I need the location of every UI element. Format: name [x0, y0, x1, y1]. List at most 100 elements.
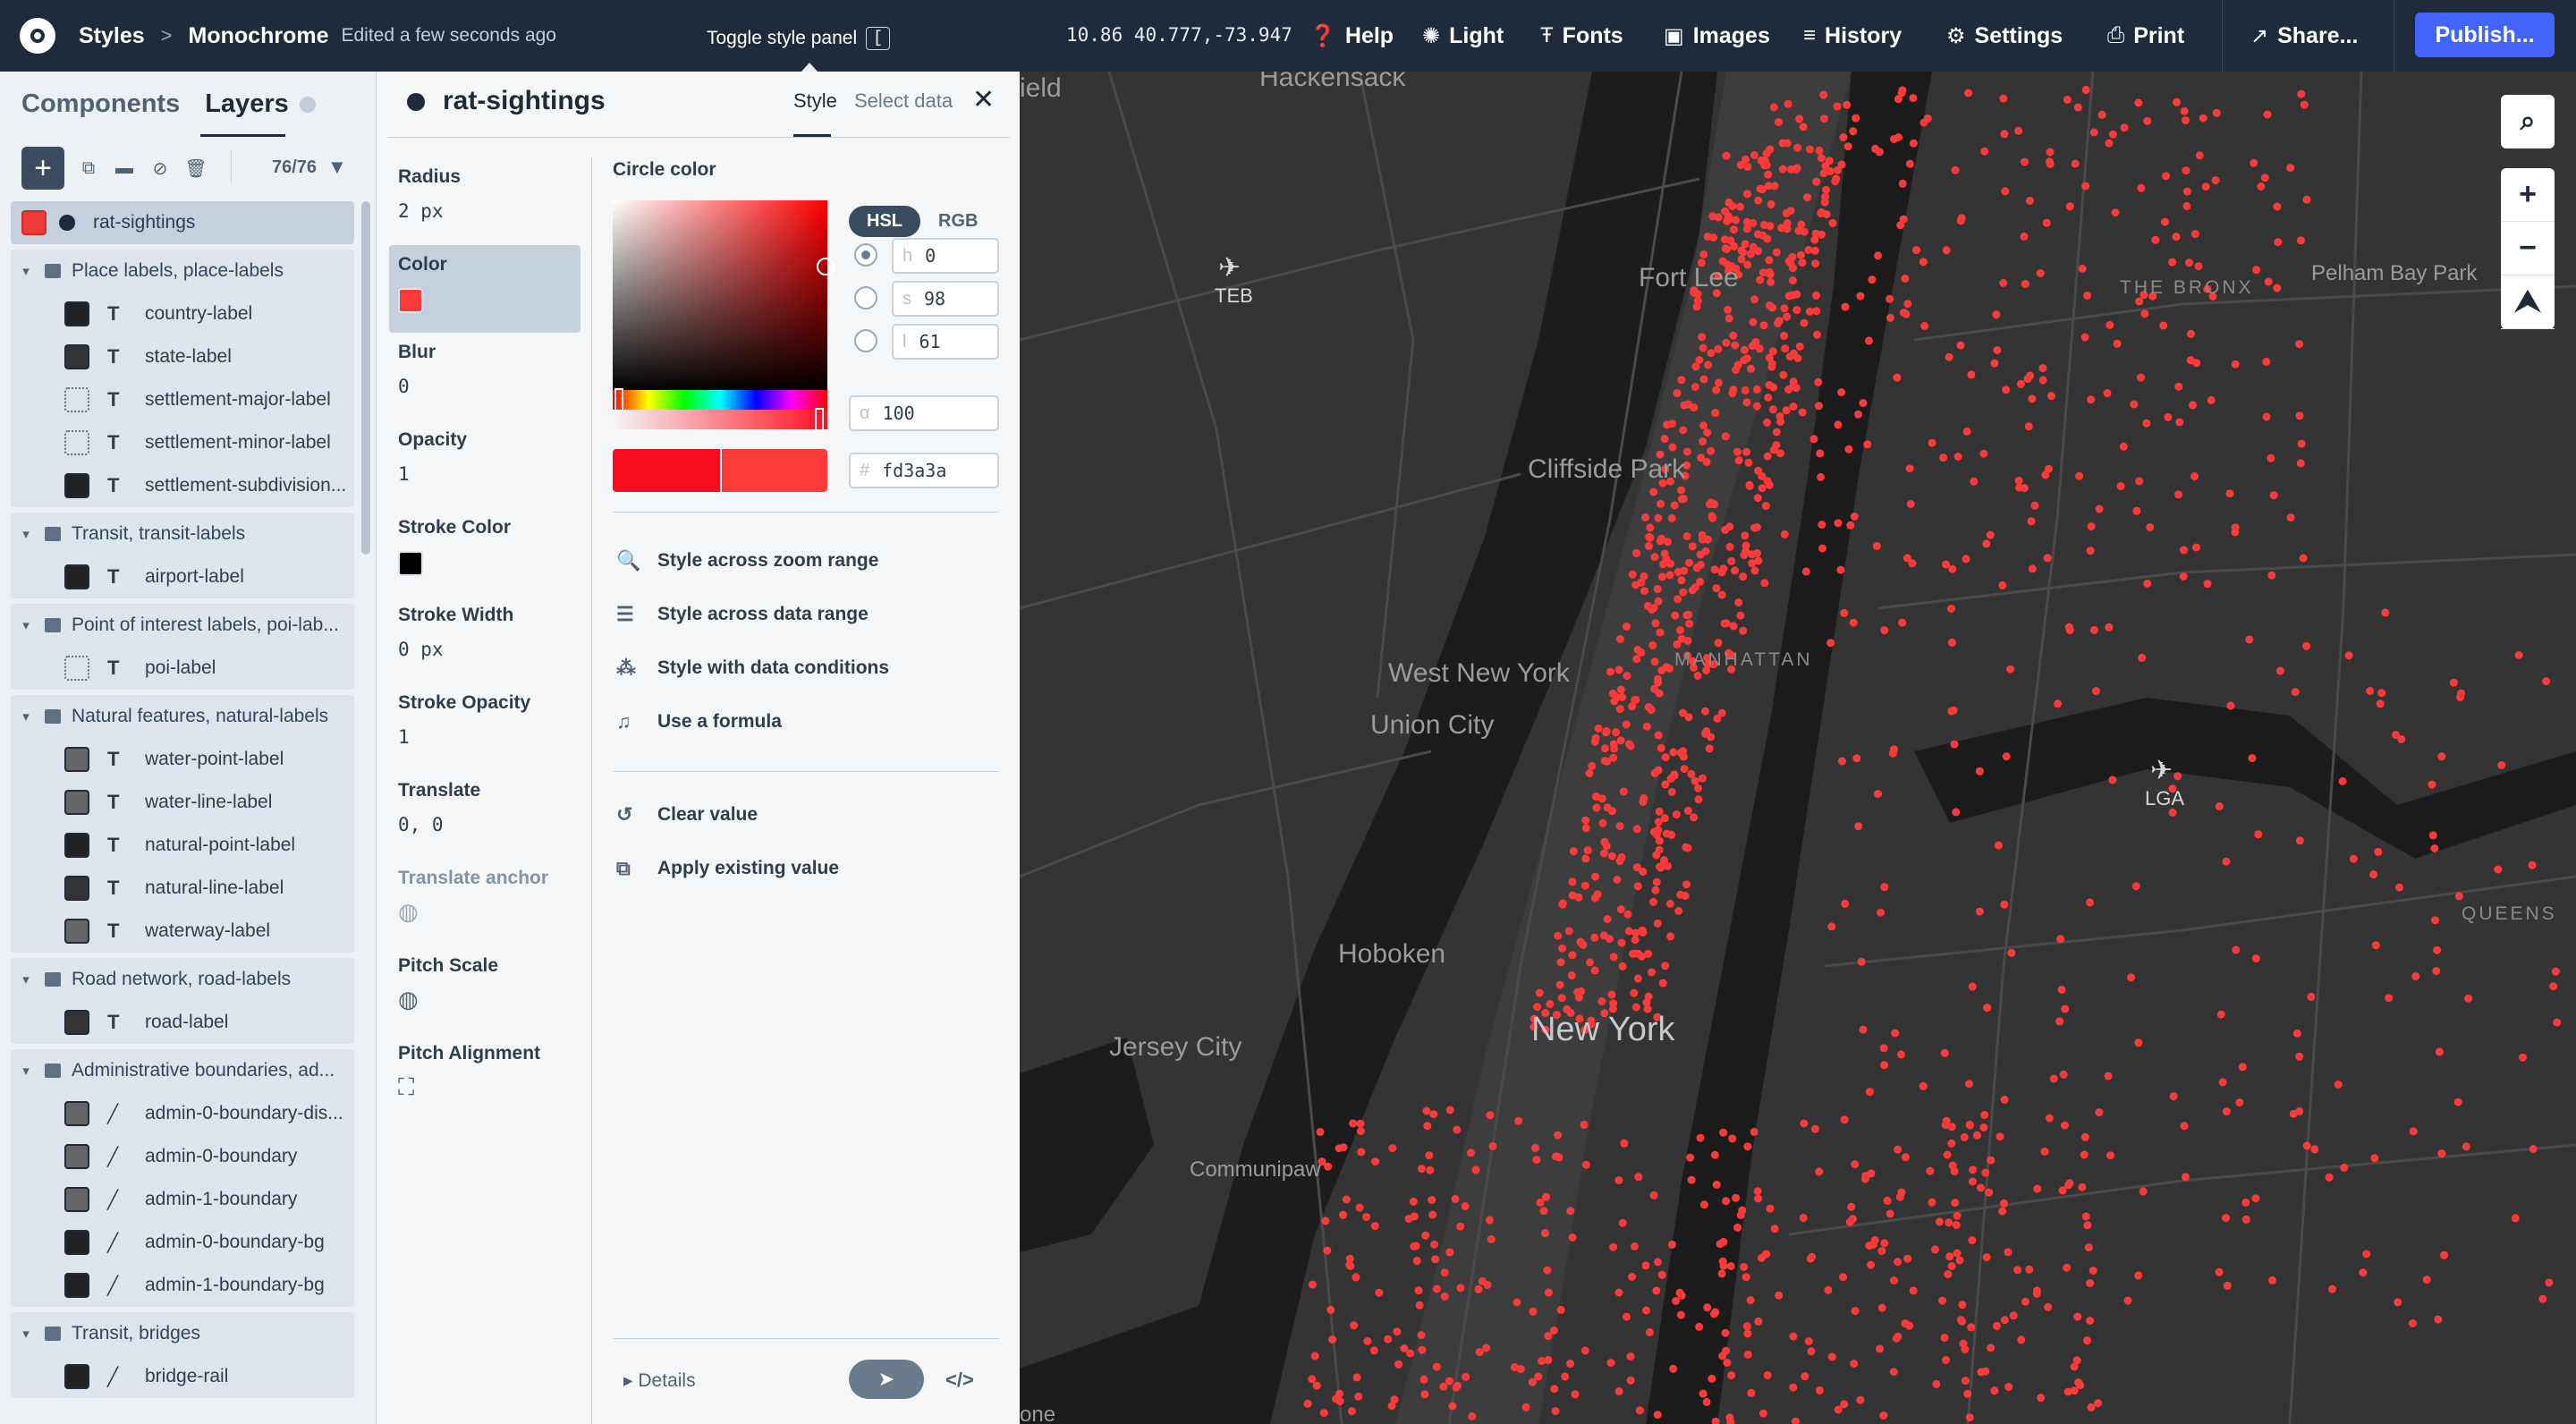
property-color-swatch[interactable] [398, 288, 423, 313]
layer-group-row[interactable]: ▾ Point of interest labels, poi-lab... [11, 604, 354, 647]
use-a-formula-button[interactable]: ♫ Use a formula [616, 710, 782, 733]
layer-title[interactable]: rat-sightings [443, 86, 606, 116]
hue-input[interactable]: h0 [892, 238, 999, 274]
caret-down-icon[interactable]: ▾ [11, 708, 41, 725]
breadcrumb-styles[interactable]: Styles [79, 23, 145, 49]
pointer-mode-button[interactable]: ➤ [849, 1360, 924, 1399]
caret-down-icon[interactable]: ▾ [11, 1326, 41, 1342]
zoom-in-button[interactable]: + [2501, 168, 2555, 222]
style-with-data-conditions-button[interactable]: ⁂ Style with data conditions [616, 657, 889, 680]
property-radius[interactable]: Radius 2 px [398, 166, 577, 222]
layer-group-row[interactable]: ▾ Road network, road-labels [11, 958, 354, 1001]
property-color[interactable]: Color [398, 254, 577, 313]
caret-down-icon[interactable]: ▾ [11, 1063, 41, 1079]
layer-row[interactable]: Tsettlement-major-label [11, 378, 354, 421]
layer-row[interactable]: Tsettlement-minor-label [11, 421, 354, 464]
layer-group-row[interactable]: ▾ Transit, bridges [11, 1312, 354, 1355]
trash-icon[interactable]: 🗑 [184, 157, 208, 180]
tab-components[interactable]: Components [21, 89, 180, 119]
publish-button[interactable]: Publish... [2415, 13, 2555, 57]
settings-menu[interactable]: ⚙ Settings [1946, 0, 2063, 72]
mapbox-logo-icon[interactable] [20, 18, 55, 54]
layer-row-rat-sightings[interactable]: rat-sightings [11, 201, 354, 244]
style-across-data-range-button[interactable]: ☰ Style across data range [616, 603, 869, 626]
map-search-button[interactable]: ⌕ [2501, 95, 2555, 148]
saturation-input[interactable]: s 98 [892, 281, 999, 317]
layer-row[interactable]: ╱ admin-1-boundary [11, 1178, 354, 1221]
property-pitch-scale[interactable]: Pitch Scale ◍ [398, 955, 577, 1013]
property-translate-anchor[interactable]: Translate anchor ◍ [398, 868, 577, 926]
share-menu[interactable]: ↗ Share... [2250, 0, 2358, 72]
property-stroke-width[interactable]: Stroke Width 0 px [398, 605, 577, 660]
style-name[interactable]: Monochrome [189, 23, 329, 49]
add-layer-button[interactable]: + [21, 147, 64, 190]
property-translate[interactable]: Translate 0, 0 [398, 780, 577, 835]
alpha-slider[interactable] [613, 410, 827, 429]
close-icon[interactable]: ✕ [972, 84, 995, 115]
duplicate-icon[interactable]: ⧉ [77, 157, 100, 180]
history-menu[interactable]: ≡ History [1803, 0, 1902, 72]
hide-icon[interactable]: ⊘ [148, 157, 172, 180]
code-view-button[interactable]: </> [945, 1369, 974, 1392]
light-menu[interactable]: ✺ Light [1422, 0, 1504, 72]
h-radio[interactable] [854, 243, 877, 267]
details-toggle[interactable]: ▸ Details [623, 1369, 696, 1392]
layer-row[interactable]: ╱ admin-0-boundary-bg [11, 1221, 354, 1264]
layer-row[interactable]: Troad-label [11, 1001, 354, 1044]
layer-row[interactable]: ╱ admin-0-boundary [11, 1135, 354, 1178]
saturation-lightness-picker[interactable] [613, 200, 827, 392]
layer-group-row[interactable]: ▾ Transit, transit-labels [11, 513, 354, 555]
layer-row[interactable]: ╱ admin-0-boundary-dis... [11, 1092, 354, 1135]
reset-north-button[interactable]: ⮝ [2501, 275, 2555, 329]
alpha-input[interactable]: α 100 [849, 395, 999, 431]
tab-style[interactable]: Style [793, 89, 837, 113]
layer-row[interactable]: ╱ admin-1-boundary-bg [11, 1264, 354, 1307]
map-canvas[interactable]: Hackensack ield Fort Lee Cliffside Park … [1020, 72, 2576, 1424]
caret-down-icon[interactable]: ▾ [11, 617, 41, 633]
layer-group-row[interactable]: ▾ Administrative boundaries, ad... [11, 1049, 354, 1092]
zoom-out-button[interactable]: − [2501, 222, 2555, 275]
layer-row[interactable]: Tnatural-point-label [11, 824, 354, 867]
globe-icon[interactable]: ◍ [398, 986, 577, 1013]
caret-down-icon[interactable]: ▾ [11, 971, 41, 987]
help-menu[interactable]: ❓ Help [1309, 0, 1394, 72]
property-pitch-alignment[interactable]: Pitch Alignment ⛶ [398, 1043, 577, 1102]
property-blur[interactable]: Blur 0 [398, 342, 577, 397]
mode-hsl-button[interactable]: HSL [849, 206, 920, 237]
hex-input[interactable]: # fd3a3a [849, 453, 999, 488]
layer-group-row[interactable]: ▾ Natural features, natural-labels [11, 695, 354, 738]
lightness-input[interactable]: l 61 [892, 324, 999, 360]
viewport-icon[interactable]: ⛶ [398, 1073, 577, 1102]
layer-row[interactable]: Tpoi-label [11, 647, 354, 690]
mode-rgb-button[interactable]: RGB [920, 206, 996, 237]
hue-slider[interactable] [613, 390, 827, 410]
layer-row[interactable]: Tnatural-line-label [11, 867, 354, 910]
layer-row[interactable]: Tstate-label [11, 335, 354, 378]
layer-row[interactable]: Twater-point-label [11, 738, 354, 781]
hue-slider-handle[interactable] [614, 388, 623, 411]
apply-existing-value-button[interactable]: ⧉ Apply existing value [616, 857, 839, 880]
filter-icon[interactable]: ▼ [327, 156, 347, 179]
layer-row[interactable]: Tcountry-label [11, 292, 354, 335]
property-stroke-opacity[interactable]: Stroke Opacity 1 [398, 692, 577, 748]
property-stroke-color[interactable]: Stroke Color [398, 517, 577, 576]
clear-value-button[interactable]: ↺ Clear value [616, 803, 758, 826]
caret-down-icon[interactable]: ▾ [11, 263, 41, 279]
picker-handle[interactable] [817, 258, 835, 275]
tab-select-data[interactable]: Select data [854, 89, 953, 113]
layer-row[interactable]: Twaterway-label [11, 910, 354, 953]
layer-row[interactable]: Tsettlement-subdivision... [11, 464, 354, 507]
style-across-zoom-range-button[interactable]: 🔍 Style across zoom range [616, 549, 878, 572]
layer-row[interactable]: Twater-line-label [11, 781, 354, 824]
folder-icon[interactable]: ▬ [113, 157, 136, 180]
s-radio[interactable] [854, 286, 877, 309]
globe-icon[interactable]: ◍ [398, 898, 577, 926]
layer-row[interactable]: Tairport-label [11, 555, 354, 598]
print-menu[interactable]: ⎙ Print [2107, 0, 2184, 72]
caret-down-icon[interactable]: ▾ [11, 526, 41, 542]
l-radio[interactable] [854, 329, 877, 352]
fonts-menu[interactable]: Ŧ Fonts [1540, 0, 1623, 72]
property-color-swatch[interactable] [398, 551, 423, 576]
layer-row[interactable]: ╱ bridge-rail [11, 1355, 354, 1398]
layer-group-row[interactable]: ▾ Place labels, place-labels [11, 250, 354, 292]
